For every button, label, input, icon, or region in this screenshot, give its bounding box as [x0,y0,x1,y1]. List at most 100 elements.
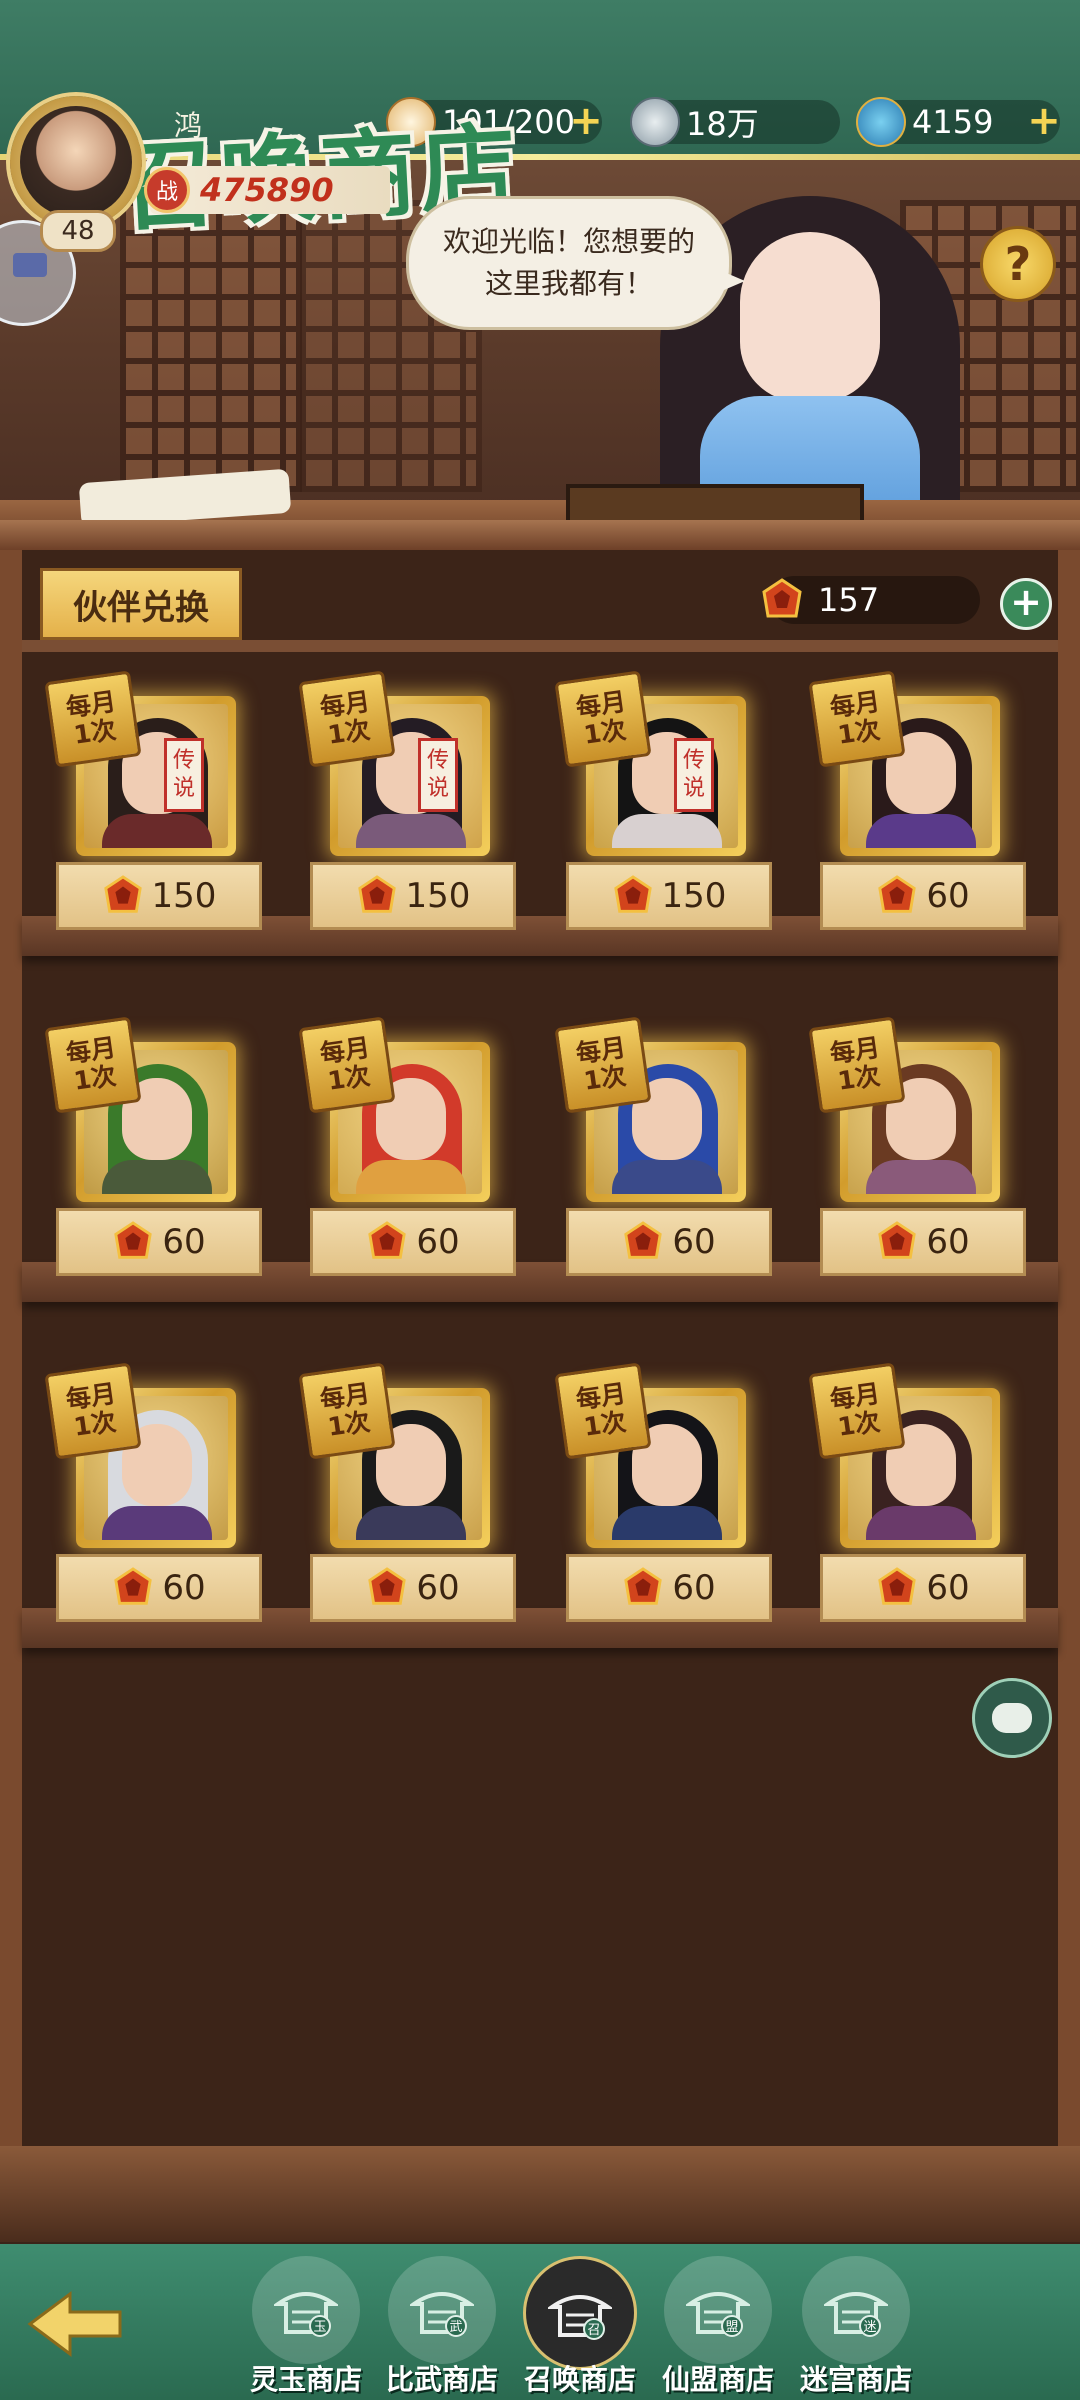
price-value: 60 [672,1222,716,1262]
partner-card[interactable]: 每月 1次 60 [298,1362,520,1628]
price-value: 60 [416,1568,460,1608]
nav-item-shop[interactable]: 召召唤商店 [514,2256,646,2396]
price-value: 60 [672,1568,716,1608]
price-value: 150 [661,876,727,916]
partner-card[interactable]: 每月 1次 60 [298,1016,520,1282]
legend-char-2: 说 [426,776,449,801]
monthly-limit-badge: 每月 1次 [554,670,652,768]
partner-card[interactable]: 每月 1次 60 [44,1016,266,1282]
badge-line-2: 1次 [71,715,118,750]
price-button[interactable]: 60 [820,1208,1026,1276]
pagoda-icon: 召 [548,2295,612,2340]
monthly-limit-badge: 每月 1次 [808,1016,906,1114]
price-button[interactable]: 150 [56,862,262,930]
gem-currency-icon [613,875,652,913]
gem-currency-icon [357,875,396,913]
bottom-shelf [0,2146,1080,2242]
add-currency-button[interactable]: + [1000,578,1052,630]
partner-card[interactable]: 每月 1次 60 [554,1362,776,1628]
price-button[interactable]: 60 [310,1208,516,1276]
badge-line-2: 1次 [581,1061,628,1096]
legend-char-2: 说 [682,776,705,801]
shopkeeper-speech: 欢迎光临！您想要的 这里我都有！ [406,196,745,330]
badge-line-2: 1次 [325,1061,372,1096]
gem-currency-icon [103,875,142,913]
avatar-portrait [20,106,132,218]
partner-card[interactable]: 每月 1次 60 [808,670,1030,936]
price-button[interactable]: 60 [566,1208,772,1276]
gem-currency-icon [878,875,917,913]
pagoda-icon: 玉 [274,2292,338,2337]
combat-power-icon: 战 [144,167,190,213]
tab-partner-exchange[interactable]: 伙伴兑换 [40,568,242,640]
nav-item-label: 仙盟商店 [661,2363,774,2396]
nav-item-shop[interactable]: 武比武商店 [376,2256,508,2396]
jade-resource: 4159 + [856,97,1061,147]
player-level: 48 [40,210,116,252]
nav-glyph: 迷 [863,2320,876,2335]
nav-icon-circle: 盟 [664,2256,772,2364]
badge-line-2: 1次 [581,715,628,750]
badge-line-2: 1次 [325,1407,372,1442]
portrait-cloth [102,814,212,848]
speech-line-2: 这里我都有！ [484,267,653,300]
pagoda-icon: 武 [410,2292,474,2337]
portrait-cloth [356,1506,466,1540]
portrait-cloth [866,1506,976,1540]
partner-card[interactable]: 每月 1次传说 150 [554,670,776,936]
gem-currency-icon [624,1221,663,1259]
shelf-top [0,520,1080,550]
pagoda-icon: 盟 [686,2292,750,2337]
price-button[interactable]: 60 [310,1554,516,1622]
price-button[interactable]: 60 [56,1554,262,1622]
nav-item-label: 比武商店 [385,2363,498,2396]
price-button[interactable]: 60 [56,1208,262,1276]
coin-value: 18万 [686,105,759,143]
portrait-cloth [356,1160,466,1194]
price-value: 60 [926,1568,970,1608]
monthly-limit-badge: 每月 1次 [298,1362,396,1460]
chat-button[interactable] [972,1678,1052,1758]
nav-glyph: 玉 [313,2320,326,2335]
jade-icon [856,97,906,147]
monthly-limit-badge: 每月 1次 [808,1362,906,1460]
jade-plus-button[interactable]: + [1024,101,1064,142]
help-button[interactable]: ? [980,226,1056,302]
nav-item-shop[interactable]: 玉灵玉商店 [240,2256,372,2396]
partner-card[interactable]: 每月 1次 60 [554,1016,776,1282]
price-value: 60 [926,876,970,916]
legendary-tag: 传说 [164,738,204,812]
badge-line-2: 1次 [835,1061,882,1096]
nav-item-shop[interactable]: 盟仙盟商店 [652,2256,784,2396]
monthly-limit-badge: 每月 1次 [298,1016,396,1114]
price-button[interactable]: 60 [566,1554,772,1622]
price-button[interactable]: 60 [820,862,1026,930]
bottom-nav: 玉灵玉商店武比武商店召召唤商店盟仙盟商店迷迷宫商店 [0,2244,1080,2400]
nav-icon-circle: 武 [388,2256,496,2364]
badge-line-2: 1次 [581,1407,628,1442]
monthly-limit-badge: 每月 1次 [808,670,906,768]
nav-item-label: 灵玉商店 [249,2363,362,2396]
stamina-plus-button[interactable]: + [566,101,606,142]
monthly-limit-badge: 每月 1次 [554,1362,652,1460]
partner-card[interactable]: 每月 1次 60 [44,1362,266,1628]
price-button[interactable]: 150 [310,862,516,930]
price-value: 60 [162,1222,206,1262]
monthly-limit-badge: 每月 1次 [44,1362,142,1460]
price-button[interactable]: 150 [566,862,772,930]
portrait-cloth [102,1506,212,1540]
partner-card[interactable]: 每月 1次传说 150 [44,670,266,936]
partner-card[interactable]: 每月 1次传说 150 [298,670,520,936]
partner-card[interactable]: 每月 1次 60 [808,1016,1030,1282]
price-button[interactable]: 60 [820,1554,1026,1622]
gem-currency-icon [878,1221,917,1259]
chat-icon [992,1703,1032,1733]
back-arrow-icon[interactable] [20,2284,130,2364]
legendary-tag: 传说 [418,738,458,812]
nav-item-shop[interactable]: 迷迷宫商店 [790,2256,922,2396]
player-avatar[interactable] [10,96,142,228]
portrait-cloth [866,1160,976,1194]
partner-card[interactable]: 每月 1次 60 [808,1362,1030,1628]
shelf-divider [22,640,1058,652]
gem-currency-icon [878,1567,917,1605]
